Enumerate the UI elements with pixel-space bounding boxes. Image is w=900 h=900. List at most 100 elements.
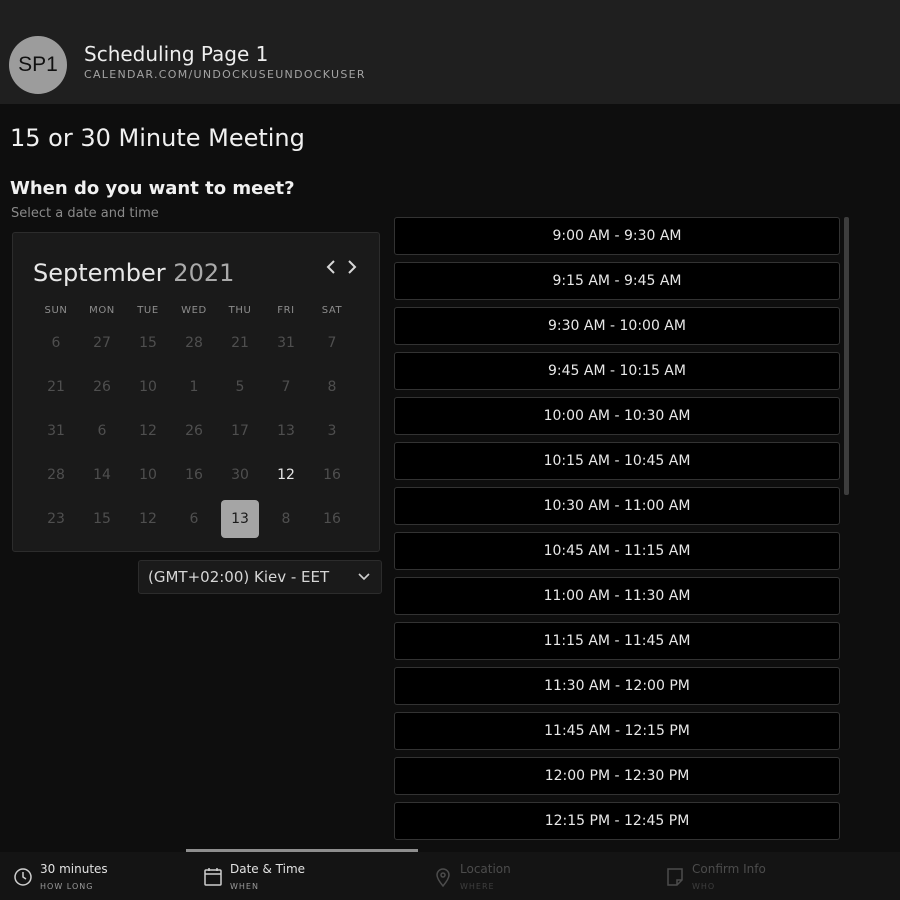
calendar-day: 15 [79, 497, 125, 541]
weekday-label: SAT [321, 305, 343, 316]
calendar-day-number: 6 [97, 423, 107, 439]
calendar-day: 5 [217, 365, 263, 409]
calendar-day: 31 [263, 321, 309, 365]
time-slot-button[interactable]: 11:00 AM - 11:30 AM [394, 577, 840, 615]
calendar-day-number: 10 [139, 379, 157, 395]
calendar-icon [204, 868, 222, 886]
time-slot-button[interactable]: 11:15 AM - 11:45 AM [394, 622, 840, 660]
weekday-label: FRI [277, 305, 295, 316]
next-month-icon[interactable] [346, 257, 358, 282]
map-pin-icon [436, 868, 450, 888]
calendar-day-number: 10 [139, 467, 157, 483]
step-label: Location [460, 862, 511, 876]
date-question: When do you want to meet? [10, 178, 295, 199]
scheduling-page-name: Scheduling Page 1 [84, 42, 269, 66]
calendar-day: 23 [33, 497, 79, 541]
calendar-day-number: 13 [277, 423, 295, 439]
time-slot-list: 9:00 AM - 9:30 AM 9:15 AM - 9:45 AM 9:30 A… [394, 217, 840, 842]
calendar-day: 30 [217, 453, 263, 497]
step-sublabel: HOW LONG [40, 882, 94, 891]
calendar: September 2021 SUN MON TUE WED THU FRI SAT 6 27… [12, 232, 380, 552]
calendar-day: 16 [309, 453, 355, 497]
calendar-day: 16 [171, 453, 217, 497]
time-slot-button[interactable]: 9:00 AM - 9:30 AM [394, 217, 840, 255]
calendar-day: 21 [33, 365, 79, 409]
time-slot-button[interactable]: 12:00 PM - 12:30 PM [394, 757, 840, 795]
step-sublabel: WHO [692, 882, 716, 891]
calendar-grid: 6 27 15 28 21 31 7 21 26 10 1 5 7 8 31 6 12 26 17 13 3 28 14 10… [33, 321, 355, 541]
calendar-day: 12 [125, 497, 171, 541]
weekday-label: SUN [44, 305, 68, 316]
weekday-header: SUN MON TUE WED THU FRI SAT [33, 305, 355, 316]
calendar-day: 14 [79, 453, 125, 497]
clock-icon [14, 868, 32, 886]
weekday-label: THU [228, 305, 252, 316]
calendar-month: September [33, 259, 166, 287]
step-label: Date & Time [230, 862, 306, 876]
calendar-day-number: 7 [281, 379, 291, 395]
calendar-day-number: 13 [221, 500, 259, 538]
time-slot-button[interactable]: 11:45 AM - 12:15 PM [394, 712, 840, 750]
weekday-label: WED [181, 305, 207, 316]
header: SP1 Scheduling Page 1 CALENDAR.COM/UNDOC… [0, 0, 900, 104]
calendar-day: 6 [79, 409, 125, 453]
calendar-day: 13 [263, 409, 309, 453]
time-slot-button[interactable]: 10:45 AM - 11:15 AM [394, 532, 840, 570]
time-slot-scrollbar[interactable] [844, 217, 849, 495]
time-slot-button[interactable]: 12:15 PM - 12:45 PM [394, 802, 840, 840]
calendar-day-number: 6 [189, 511, 199, 527]
calendar-day: 8 [263, 497, 309, 541]
calendar-day: 8 [309, 365, 355, 409]
weekday-label: MON [89, 305, 115, 316]
calendar-day-number: 6 [51, 335, 61, 351]
calendar-day: 21 [217, 321, 263, 365]
calendar-day-number: 21 [231, 335, 249, 351]
scheduling-page-url: CALENDAR.COM/UNDOCKUSEUNDOCKUSER [84, 68, 366, 81]
step-label: 30 minutes [40, 862, 108, 876]
calendar-day: 7 [263, 365, 309, 409]
date-hint: Select a date and time [11, 206, 159, 221]
calendar-day: 3 [309, 409, 355, 453]
weekday-label: TUE [137, 305, 159, 316]
calendar-day-number: 7 [327, 335, 337, 351]
calendar-day: 15 [125, 321, 171, 365]
calendar-day-number: 16 [185, 467, 203, 483]
calendar-day: 7 [309, 321, 355, 365]
booking-steps: 30 minutes HOW LONG Date & Time WHEN Locatio… [0, 852, 900, 900]
time-slot-button[interactable]: 11:30 AM - 12:00 PM [394, 667, 840, 705]
calendar-day-number: 26 [93, 379, 111, 395]
time-slot-button[interactable]: 10:15 AM - 10:45 AM [394, 442, 840, 480]
calendar-day-number: 12 [139, 511, 157, 527]
calendar-day: 6 [33, 321, 79, 365]
calendar-day-number: 1 [189, 379, 199, 395]
calendar-day-selected[interactable]: 13 [217, 497, 263, 541]
calendar-day: 26 [171, 409, 217, 453]
calendar-day[interactable]: 12 [263, 453, 309, 497]
calendar-day-number: 8 [281, 511, 291, 527]
calendar-day: 17 [217, 409, 263, 453]
calendar-day: 10 [125, 453, 171, 497]
calendar-day-number: 5 [235, 379, 245, 395]
calendar-day: 26 [79, 365, 125, 409]
calendar-day: 10 [125, 365, 171, 409]
calendar-day-number: 28 [47, 467, 65, 483]
prev-month-icon[interactable] [325, 257, 337, 282]
time-slot-button[interactable]: 9:45 AM - 10:15 AM [394, 352, 840, 390]
calendar-day-number: 15 [139, 335, 157, 351]
time-slot-button[interactable]: 9:30 AM - 10:00 AM [394, 307, 840, 345]
time-slot-button[interactable]: 10:30 AM - 11:00 AM [394, 487, 840, 525]
calendar-day: 27 [79, 321, 125, 365]
chevron-down-icon [358, 573, 370, 581]
calendar-day: 28 [33, 453, 79, 497]
calendar-day-number: 28 [185, 335, 203, 351]
calendar-day-number: 26 [185, 423, 203, 439]
calendar-day-number: 16 [323, 467, 341, 483]
calendar-day-number: 12 [139, 423, 157, 439]
meeting-title: 15 or 30 Minute Meeting [10, 124, 305, 152]
timezone-select[interactable]: (GMT+02:00) Kiev - EET [138, 560, 382, 594]
step-sublabel: WHERE [460, 882, 495, 891]
calendar-day-number: 23 [47, 511, 65, 527]
time-slot-button[interactable]: 9:15 AM - 9:45 AM [394, 262, 840, 300]
calendar-day-number: 21 [47, 379, 65, 395]
time-slot-button[interactable]: 10:00 AM - 10:30 AM [394, 397, 840, 435]
